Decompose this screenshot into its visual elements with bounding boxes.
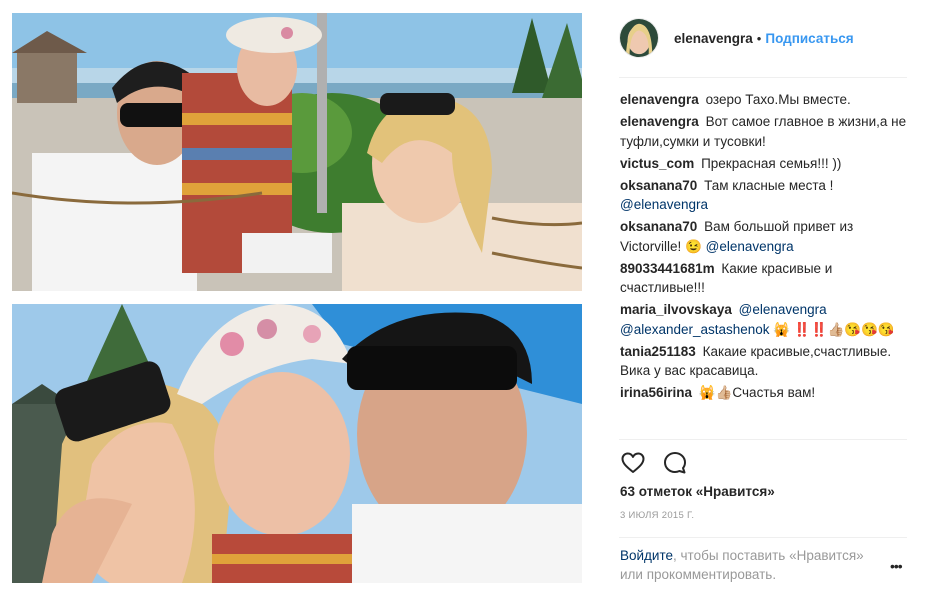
comment-username[interactable]: oksanana70 xyxy=(620,219,697,234)
comment-text: Там класные места ! xyxy=(704,177,834,193)
comment-emoji-tail: 🙀 ‼️‼️👍🏼😘😘😘 xyxy=(773,321,895,337)
post-header: elenavengra • Подписаться xyxy=(619,16,854,60)
divider xyxy=(619,537,907,538)
comment-item: maria_ilvovskaya @elenavengra @alexander… xyxy=(620,300,910,339)
comment-item: victus_com Прекрасная семья!!! )) xyxy=(620,154,910,174)
comment-text: озеро Тахо.Мы вместе. xyxy=(705,92,851,107)
comment-username[interactable]: oksanana70 xyxy=(620,178,697,193)
comment-mention[interactable]: @elenavengra xyxy=(706,239,794,254)
comment-item: oksanana70 Вам большой привет из Victorv… xyxy=(620,217,910,256)
post-actions xyxy=(620,450,688,476)
comment-item: oksanana70 Там класные места ! @elenaven… xyxy=(620,176,910,215)
comment-username[interactable]: elenavengra xyxy=(620,92,699,107)
heart-icon[interactable] xyxy=(620,450,646,476)
comment-item: tania251183 Какаие красивые,счастливые. … xyxy=(620,342,910,381)
profile-avatar-icon xyxy=(620,19,658,57)
login-link[interactable]: Войдите xyxy=(620,548,673,563)
comment-username[interactable]: irina56irina xyxy=(620,385,692,400)
post-media xyxy=(0,0,598,597)
selfie-lake-tahoe-image xyxy=(12,13,582,291)
divider xyxy=(619,439,907,440)
comment-item: elenavengra озеро Тахо.Мы вместе. xyxy=(620,90,910,110)
post-photo-bottom[interactable] xyxy=(12,304,582,583)
comment-username[interactable]: 89033441681m xyxy=(620,261,715,276)
post-author-username[interactable]: elenavengra xyxy=(674,31,753,46)
comment-username[interactable]: victus_com xyxy=(620,156,694,171)
divider xyxy=(619,77,907,78)
comment-username[interactable]: maria_ilvovskaya xyxy=(620,302,732,317)
comment-item: 89033441681m Какие красивые и счастливые… xyxy=(620,259,910,298)
avatar[interactable] xyxy=(619,18,659,58)
comment-item: elenavengra Вот самое главное в жизни,а … xyxy=(620,112,910,151)
comment-list: elenavengra озеро Тахо.Мы вместе. elenav… xyxy=(620,90,910,405)
comment-icon[interactable] xyxy=(662,450,688,476)
login-prompt: Войдите, чтобы поставить «Нравится» или … xyxy=(620,546,880,584)
comment-username[interactable]: tania251183 xyxy=(620,344,696,359)
comment-text: Прекрасная семья!!! )) xyxy=(701,155,842,171)
selfie-family-closeup-image xyxy=(12,304,582,583)
follow-button[interactable]: Подписаться xyxy=(765,31,853,46)
post-sidebar: elenavengra • Подписаться elenavengra оз… xyxy=(607,0,907,597)
more-options-button[interactable]: ••• xyxy=(890,558,903,574)
comment-text: 🙀👍🏼Счастья вам! xyxy=(698,385,816,400)
comment-username[interactable]: elenavengra xyxy=(620,114,699,129)
likes-count[interactable]: 63 отметок «Нравится» xyxy=(620,484,775,499)
post-photo-top[interactable] xyxy=(12,13,582,291)
post-date[interactable]: 3 ИЮЛЯ 2015 Г. xyxy=(620,510,694,521)
comment-item: irina56irina 🙀👍🏼Счастья вам! xyxy=(620,383,910,403)
comment-mention[interactable]: @elenavengra xyxy=(620,197,708,212)
header-separator: • xyxy=(756,30,762,46)
